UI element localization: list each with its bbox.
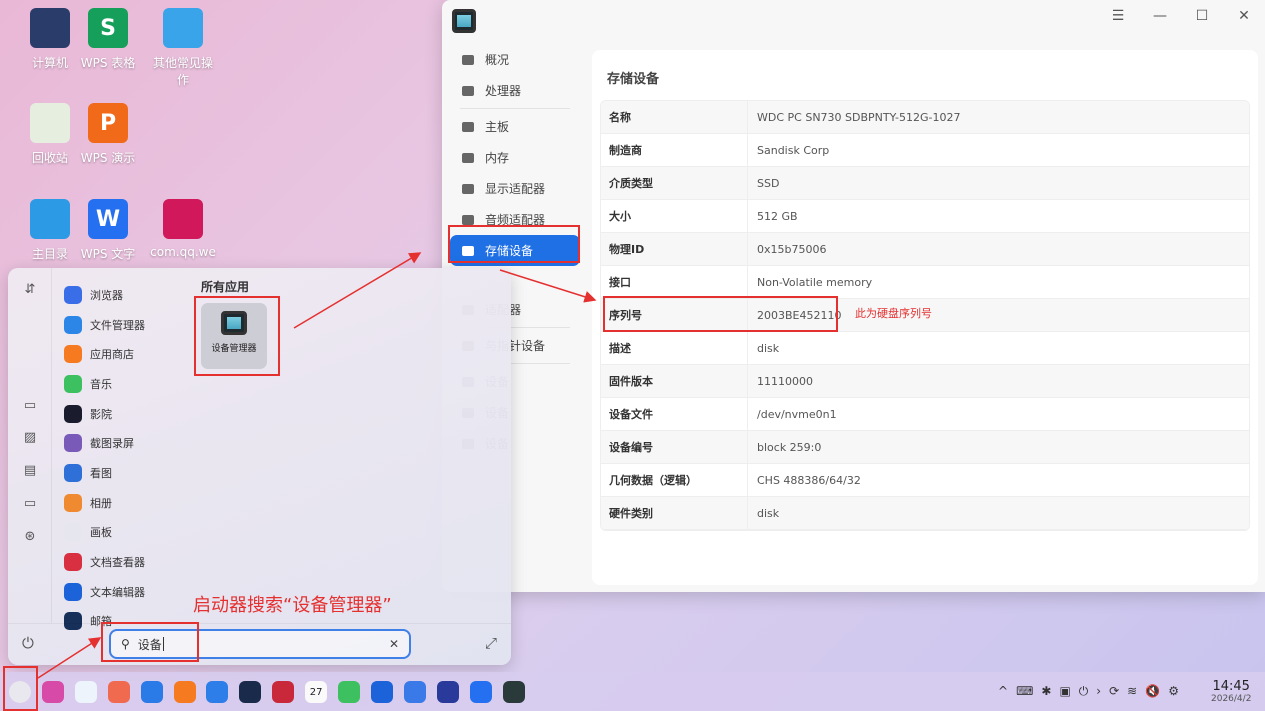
arrow-to-search	[37, 637, 102, 679]
annotation-arrows	[37, 252, 597, 679]
arrow-to-storage	[293, 252, 422, 329]
arrow-to-serial	[499, 269, 597, 303]
